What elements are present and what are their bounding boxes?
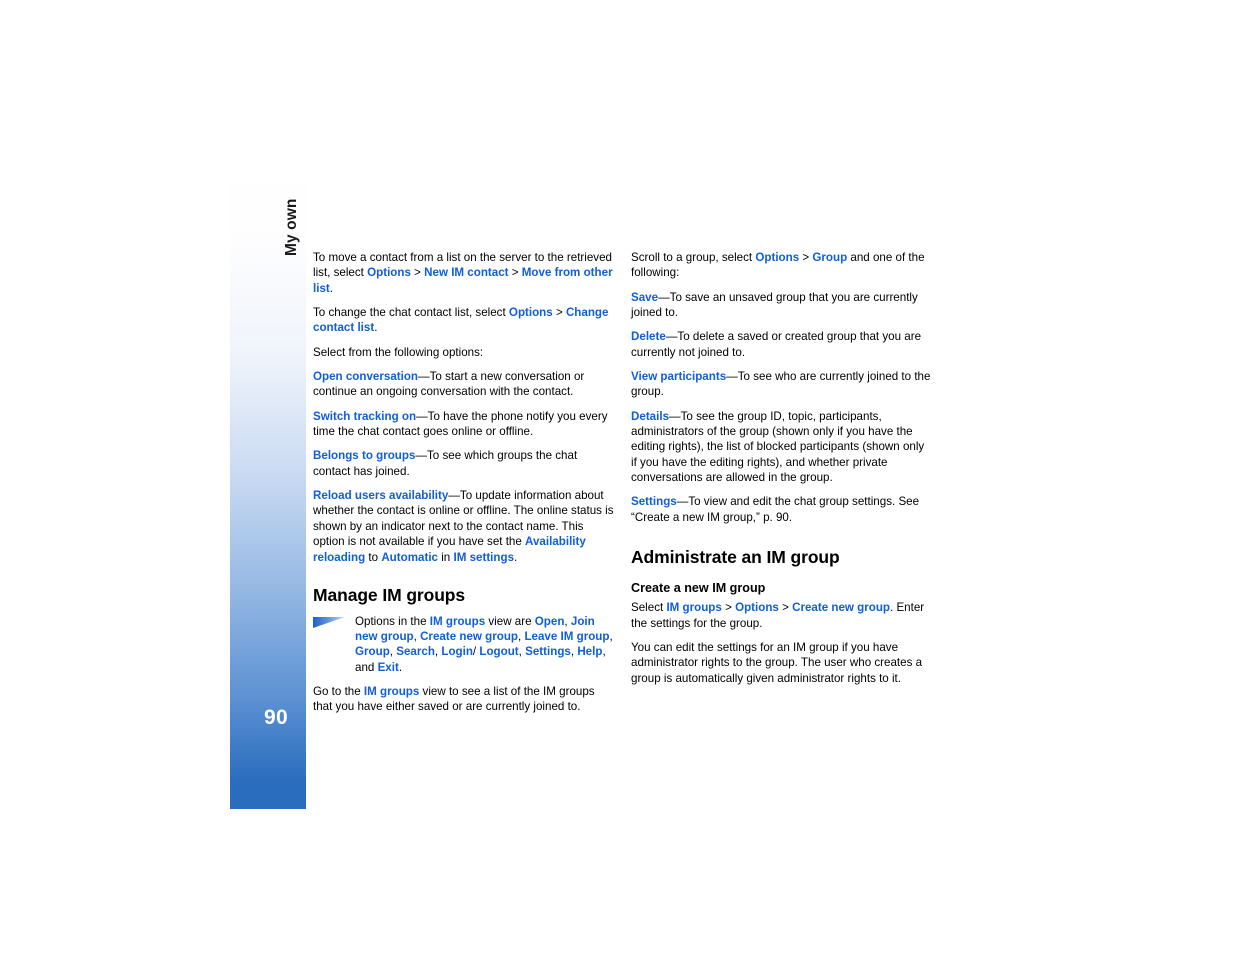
note-block: Options in the IM groups view are Open, … (313, 614, 615, 675)
inline-text: . (374, 321, 378, 335)
inline-menu-term: IM groups (666, 601, 722, 615)
inline-text: Scroll to a group, select (631, 251, 756, 264)
inline-text: Select from the following options: (313, 345, 484, 359)
right-paragraph-group-2: Select IM groups > Options > Create new … (631, 600, 933, 686)
inline-menu-term: Automatic (381, 550, 438, 564)
inline-menu-term: Options (367, 266, 411, 280)
paragraph-go-to-im-groups: Go to the IM groups view to see a list o… (313, 684, 615, 715)
inline-menu-term: New IM contact (424, 266, 509, 280)
subheading-create-a-new-im-group: Create a new IM group (631, 581, 766, 596)
left-text-column: To move a contact from a list on the ser… (313, 250, 615, 724)
chapter-side-tab: My own 90 (230, 168, 306, 809)
inline-text: > (778, 601, 793, 615)
inline-text: Go to the (313, 685, 364, 699)
inline-text: > (799, 251, 813, 264)
inline-menu-term: Options (508, 306, 553, 320)
inline-menu-term: Logout (479, 645, 519, 659)
inline-text: Select (631, 601, 667, 615)
right-text-column: Scroll to a group, select Options > Grou… (631, 250, 933, 695)
paragraph-select-create-new-group: Select IM groups > Options > Create new … (631, 600, 933, 631)
inline-menu-term: Options (735, 601, 779, 615)
note-wedge-icon (313, 616, 345, 629)
inline-text: > (721, 601, 736, 615)
inline-menu-term: Login (441, 645, 473, 659)
heading-administrate-an-im-group: Administrate an IM group (631, 547, 840, 568)
paragraph-belongs-to-groups: Belongs to groups—To see which groups th… (313, 448, 615, 479)
inline-menu-term: Details (631, 409, 670, 423)
inline-menu-term: IM settings (453, 550, 515, 564)
paragraph-details: Details—To see the group ID, topic, part… (631, 409, 933, 486)
inline-menu-term: Leave IM group (524, 630, 610, 644)
inline-menu-term: Belongs to groups (313, 449, 416, 463)
inline-text: > (410, 266, 425, 280)
inline-text: You can edit the settings for an IM grou… (631, 640, 923, 685)
inline-text: . (514, 550, 518, 564)
inline-text: > (552, 306, 566, 320)
inline-text: in (438, 550, 454, 564)
paragraph-switch-tracking-on: Switch tracking on—To have the phone not… (313, 409, 615, 440)
inline-text: to (365, 550, 382, 564)
paragraph-reload-users-availability: Reload users availability—To update info… (313, 488, 615, 565)
inline-menu-term: Settings (631, 495, 677, 509)
inline-text: , (609, 630, 613, 644)
paragraph-change-contact-list: To change the chat contact list, select … (313, 305, 615, 336)
inline-text: —To see the group ID, topic, participant… (631, 409, 925, 485)
inline-menu-term: IM groups (363, 685, 420, 699)
note-text: Options in the IM groups view are Open, … (355, 614, 615, 675)
left-paragraph-group-2: Go to the IM groups view to see a list o… (313, 684, 615, 715)
inline-menu-term: Create new group (420, 630, 518, 644)
inline-menu-term: Switch tracking on (313, 409, 417, 423)
left-paragraph-group-1: To move a contact from a list on the ser… (313, 250, 615, 565)
inline-menu-term: Group (355, 645, 390, 659)
paragraph-scroll-to-group: Scroll to a group, select Options > Grou… (631, 250, 933, 281)
inline-menu-term: Open (534, 614, 565, 628)
inline-text: —To delete a saved or created group that… (631, 330, 922, 359)
inline-menu-term: Save (631, 290, 659, 304)
page-number: 90 (264, 706, 288, 729)
inline-text: Options in the (355, 614, 430, 628)
heading-manage-im-groups: Manage IM groups (313, 584, 466, 605)
inline-menu-term: Open conversation (313, 370, 419, 384)
paragraph-open-conversation: Open conversation—To start a new convers… (313, 369, 615, 400)
inline-menu-term: Delete (631, 330, 666, 344)
paragraph-select-options-intro: Select from the following options: (313, 345, 615, 360)
inline-menu-term: Group (812, 251, 848, 264)
inline-menu-term: IM groups (429, 614, 486, 628)
inline-text: . (398, 660, 403, 674)
inline-menu-term: Options (755, 251, 800, 264)
inline-menu-term: Settings (525, 645, 571, 659)
inline-text: To change the chat contact list, select (313, 306, 509, 320)
inline-menu-term: Create new group (792, 601, 890, 615)
inline-menu-term: Help (577, 645, 603, 659)
chapter-tab-label: My own (283, 198, 300, 256)
paragraph-view-participants: View participants—To see who are current… (631, 369, 933, 400)
paragraph-settings: Settings—To view and edit the chat group… (631, 494, 933, 525)
right-paragraph-group-1: Scroll to a group, select Options > Grou… (631, 250, 933, 525)
paragraph-save: Save—To save an unsaved group that you a… (631, 290, 933, 321)
inline-menu-term: Search (396, 645, 435, 659)
inline-text: view are (485, 614, 535, 628)
paragraph-edit-settings-admin-rights: You can edit the settings for an IM grou… (631, 640, 933, 686)
inline-text: > (508, 266, 522, 280)
paragraph-move-contact: To move a contact from a list on the ser… (313, 250, 615, 296)
inline-text: —To save an unsaved group that you are c… (631, 290, 918, 320)
inline-menu-term: Reload users availability (313, 489, 449, 503)
inline-menu-term: View participants (631, 370, 727, 384)
paragraph-delete: Delete—To delete a saved or created grou… (631, 329, 933, 360)
inline-menu-term: Exit (377, 660, 399, 674)
inline-text: . (329, 281, 333, 295)
